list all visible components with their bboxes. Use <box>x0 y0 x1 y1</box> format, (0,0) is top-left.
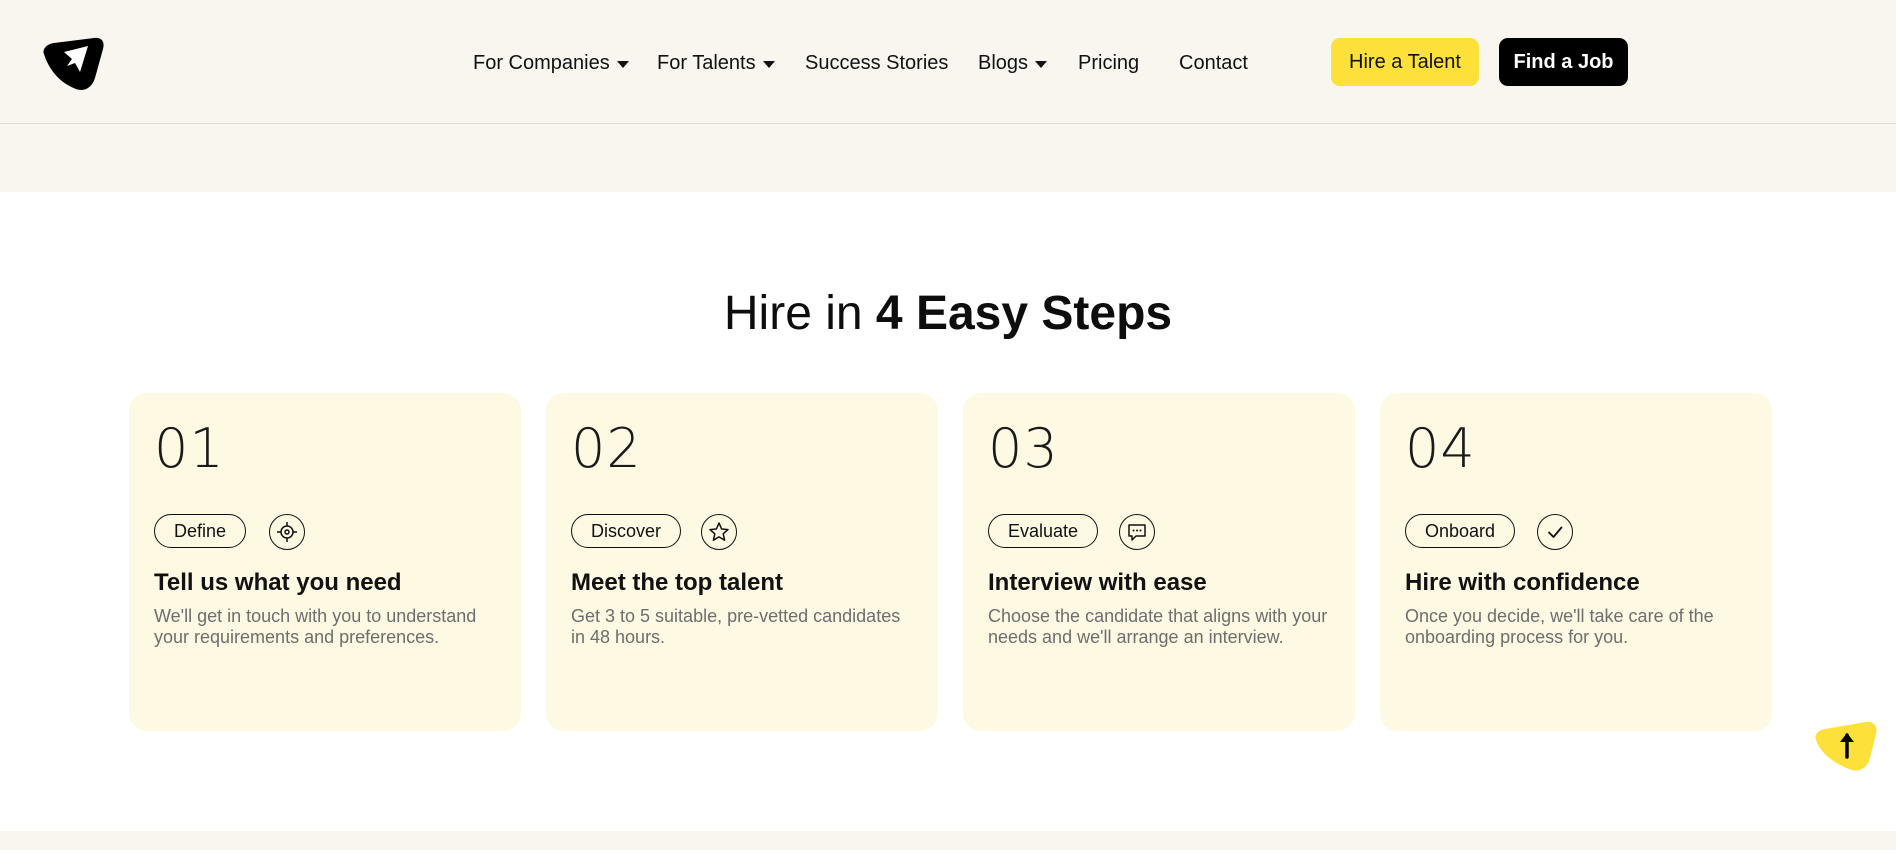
step-title: Interview with ease <box>988 569 1207 596</box>
step-card-discover: 02 Discover Meet the top talent Get 3 to… <box>546 393 938 731</box>
nav-label: Success Stories <box>805 51 949 74</box>
step-tag: Evaluate <box>988 514 1099 548</box>
step-card-evaluate: 03 Evaluate Interview with ease Choose t… <box>963 393 1355 731</box>
header-divider <box>0 123 1896 124</box>
chevron-down-icon <box>1035 60 1048 68</box>
nav-label: Blogs <box>978 51 1029 74</box>
nav-label: Pricing <box>1078 51 1140 74</box>
nav-success-stories[interactable]: Success Stories <box>805 50 948 76</box>
nav-blogs[interactable]: Blogs <box>978 50 1048 76</box>
step-title: Tell us what you need <box>154 569 402 596</box>
step-description: Get 3 to 5 suitable, pre-vetted candidat… <box>571 606 901 647</box>
next-section-band <box>0 831 1896 850</box>
scroll-to-top-button[interactable] <box>1814 720 1878 772</box>
step-tag: Onboard <box>1405 514 1516 548</box>
check-icon <box>1537 514 1573 550</box>
step-tag: Define <box>154 514 247 548</box>
step-title: Meet the top talent <box>571 569 784 596</box>
chevron-down-icon <box>762 60 775 68</box>
heading-bold: 4 Easy Steps <box>875 287 1173 340</box>
chat-icon <box>1119 514 1155 550</box>
nav-contact[interactable]: Contact <box>1179 50 1248 76</box>
step-description: We'll get in touch with you to understan… <box>154 606 477 647</box>
step-description: Once you decide, we'll take care of the … <box>1405 606 1714 647</box>
step-tag: Discover <box>571 514 682 548</box>
find-job-button[interactable]: Find a Job <box>1499 38 1628 86</box>
nav-label: Contact <box>1179 51 1248 74</box>
star-icon <box>701 514 737 550</box>
step-description: Choose the candidate that aligns with yo… <box>988 606 1328 647</box>
section-heading: Hire in 4 Easy Steps <box>0 286 1896 341</box>
step-card-onboard: 04 Onboard Hire with confidence Once you… <box>1380 393 1772 731</box>
step-number: 01 <box>154 417 225 480</box>
chevron-down-icon <box>616 60 629 68</box>
heading-light: Hire in <box>723 287 876 340</box>
step-card-define: 01 Define Tell us what you need We'll ge… <box>129 393 521 731</box>
step-title: Hire with confidence <box>1405 569 1640 596</box>
nav-label: For Companies <box>473 51 610 74</box>
target-icon <box>269 514 305 550</box>
hire-talent-button[interactable]: Hire a Talent <box>1331 38 1479 86</box>
nav-pricing[interactable]: Pricing <box>1078 50 1139 76</box>
step-number: 04 <box>1405 417 1476 480</box>
nav-for-companies[interactable]: For Companies <box>473 50 629 76</box>
logo-icon[interactable] <box>40 36 106 92</box>
nav-label: For Talents <box>657 51 756 74</box>
step-number: 03 <box>988 417 1059 480</box>
site-header <box>0 0 1896 192</box>
nav-for-talents[interactable]: For Talents <box>657 50 775 76</box>
step-number: 02 <box>571 417 642 480</box>
